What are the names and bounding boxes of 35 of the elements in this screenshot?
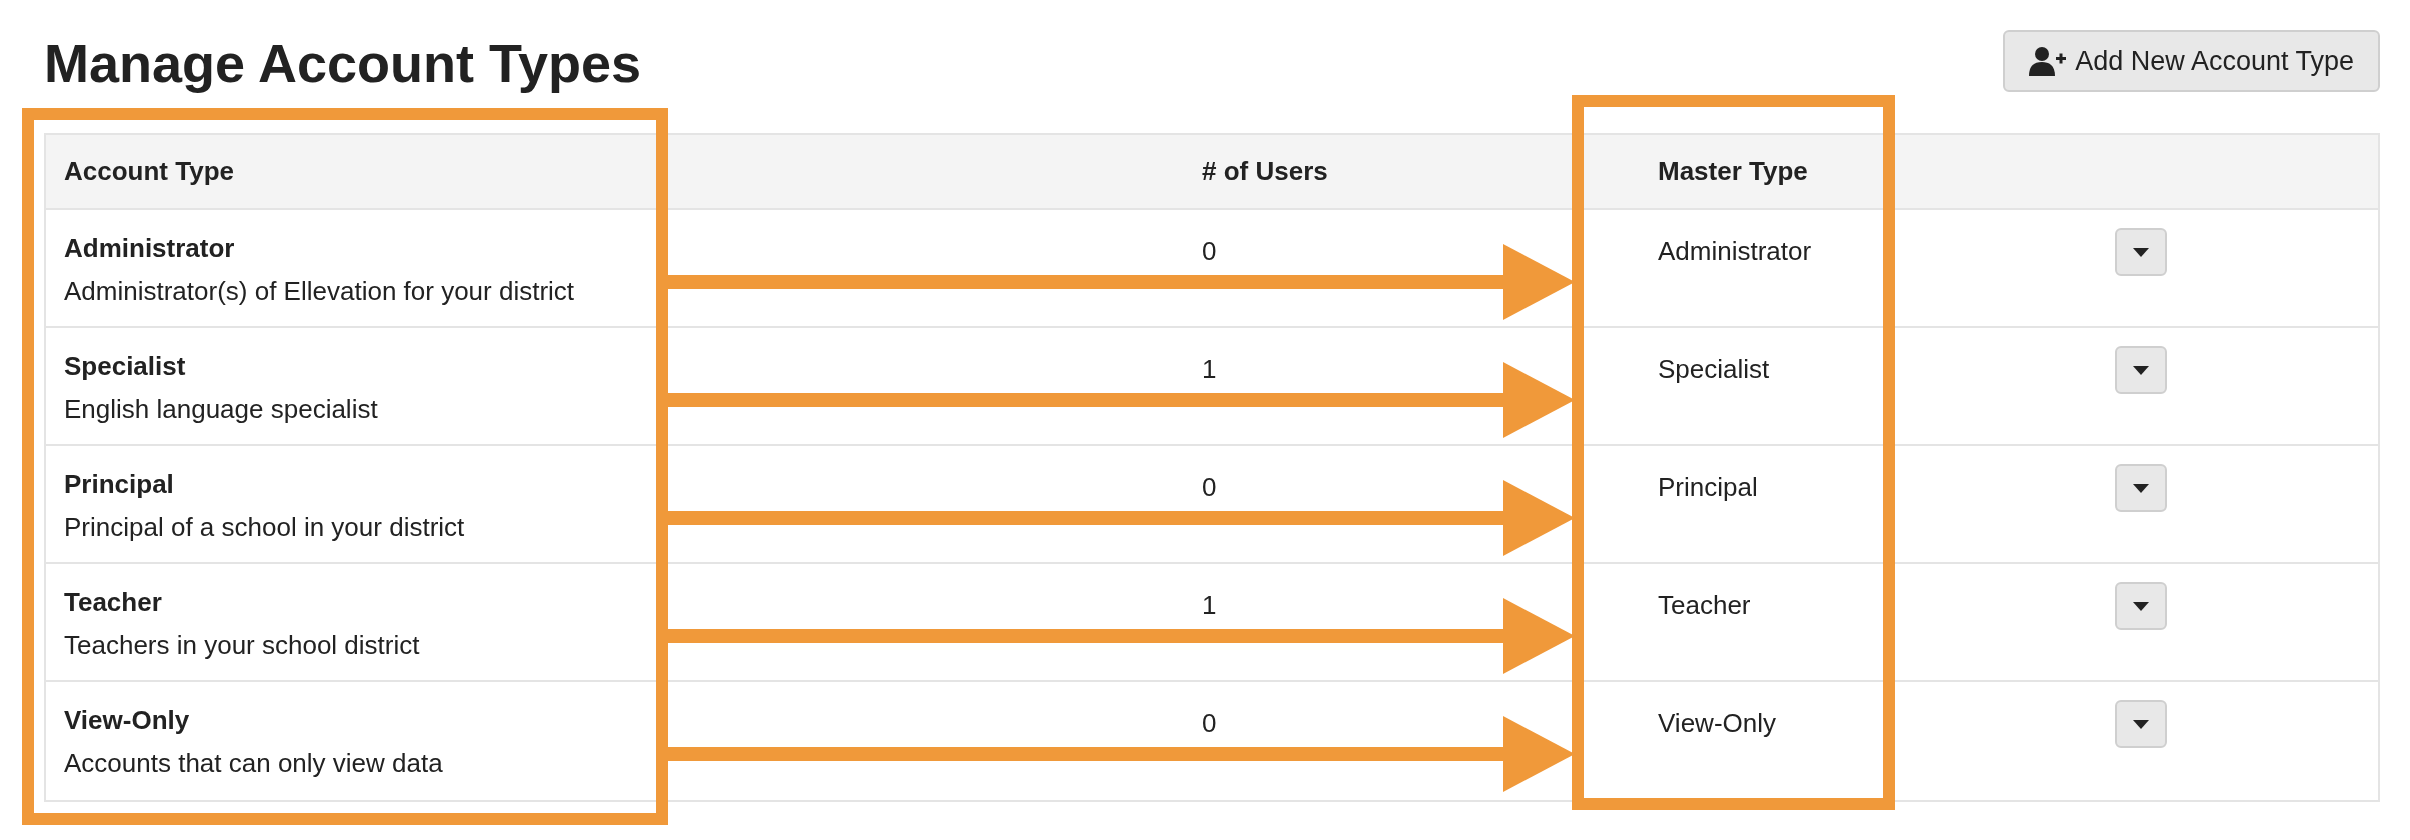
caret-icon — [2133, 601, 2149, 611]
master-type: Principal — [1658, 472, 1758, 502]
add-account-type-button[interactable]: Add New Account Type — [2003, 30, 2380, 92]
column-header: Account Type — [64, 156, 234, 186]
row-menu-button[interactable] — [2115, 700, 2167, 748]
row-menu-button[interactable] — [2115, 346, 2167, 394]
user-count: 1 — [1202, 354, 1217, 384]
user-count: 0 — [1202, 472, 1217, 502]
account-type-name: Principal — [64, 468, 175, 501]
row-menu-button[interactable] — [2115, 582, 2167, 630]
column-header: Master Type — [1658, 156, 1808, 186]
account-type-description: Administrator(s) of Ellevation for your district — [64, 274, 576, 307]
master-type: Specialist — [1658, 354, 1770, 384]
account-type-description: Principal of a school in your district — [64, 510, 466, 543]
caret-icon — [2133, 719, 2149, 729]
master-type: Administrator — [1658, 236, 1812, 266]
user-count: 0 — [1202, 708, 1217, 738]
account-type-description: Accounts that can only view data — [64, 746, 444, 779]
caret-icon — [2133, 247, 2149, 257]
account-type-description: English language specialist — [64, 392, 379, 425]
master-type: View-Only — [1658, 708, 1776, 738]
account-type-description: Teachers in your school district — [64, 628, 421, 661]
user-count: 0 — [1202, 236, 1217, 266]
master-type: Teacher — [1658, 590, 1751, 620]
account-type-name: Teacher — [64, 586, 163, 619]
column-header: # of Users — [1202, 156, 1328, 186]
account-type-name: Specialist — [64, 350, 187, 383]
user-plus-icon — [2029, 46, 2068, 76]
user-count: 1 — [1202, 590, 1217, 620]
caret-icon — [2133, 365, 2149, 375]
row-menu-button[interactable] — [2115, 464, 2167, 512]
account-type-name: Administrator — [64, 232, 236, 265]
row-menu-button[interactable] — [2115, 228, 2167, 276]
account-type-name: View-Only — [64, 704, 191, 737]
caret-icon — [2133, 483, 2149, 493]
